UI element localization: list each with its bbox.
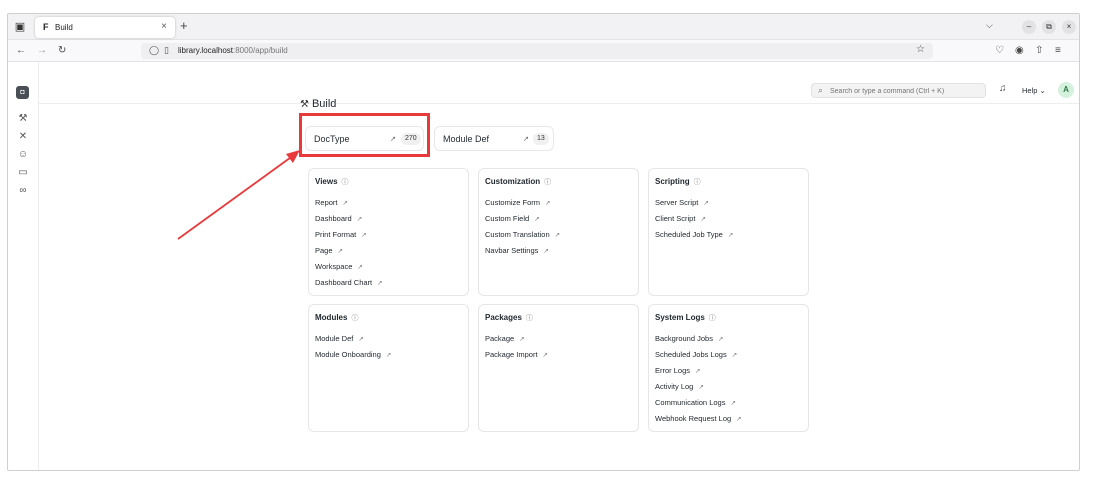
link-module-def[interactable]: Module Def ↗ (315, 334, 391, 350)
info-icon[interactable]: ⓘ (709, 315, 716, 322)
annotation-arrow (177, 150, 300, 240)
url-text[interactable]: library.localhost:8000/app/build (178, 46, 288, 55)
shield-icon: ◯ (149, 45, 160, 55)
minimize-icon[interactable]: – (1022, 20, 1036, 34)
search-icon: ⌕ (818, 85, 824, 95)
address-bar[interactable]: ◯ ▯ library.localhost:8000/app/build ☆ (141, 43, 933, 59)
link-dashboard[interactable]: Dashboard ↗ (315, 214, 383, 230)
card-title: Scripting (655, 177, 690, 186)
frappe-favicon-icon: F (43, 22, 49, 32)
awesomebar[interactable]: ⌕ (811, 83, 986, 98)
pocket-icon[interactable]: ♡ (995, 44, 1004, 58)
back-icon[interactable]: ← (16, 44, 26, 58)
browser-tab-bar: ▣ F Build × + ⌵ – ⧉ × (8, 14, 1079, 40)
link-page[interactable]: Page ↗ (315, 246, 383, 262)
card-title: Packages (485, 313, 522, 322)
close-window-icon[interactable]: × (1062, 20, 1076, 34)
avatar[interactable]: A (1058, 82, 1074, 98)
card-title: System Logs (655, 313, 705, 322)
link-activity-log[interactable]: Activity Log ↗ (655, 382, 742, 398)
users-icon[interactable]: ☺ (16, 148, 30, 162)
browser-nav-bar: ← → ↻ ◯ ▯ library.localhost:8000/app/bui… (8, 40, 1079, 62)
hammer-icon: ⚒ (300, 99, 309, 110)
info-icon[interactable]: ⓘ (526, 315, 533, 322)
link-package[interactable]: Package ↗ (485, 334, 548, 350)
link-server-script[interactable]: Server Script ↗ (655, 198, 733, 214)
browser-tab-build[interactable]: F Build × (35, 17, 175, 38)
reload-icon[interactable]: ↻ (58, 44, 66, 58)
card-packages: Packages ⓘ Package ↗ Package Import ↗ (478, 304, 639, 432)
shortcut-label: Module Def (443, 134, 490, 144)
link-customize-form[interactable]: Customize Form ↗ (485, 198, 560, 214)
link-webhook-request-log[interactable]: Webhook Request Log ↗ (655, 414, 742, 430)
info-icon[interactable]: ⓘ (342, 179, 349, 186)
tab-title: Build (55, 23, 73, 32)
page-title-wrap: ⚒ Build (300, 98, 336, 110)
count-badge: 13 (533, 133, 549, 145)
link-print-format[interactable]: Print Format ↗ (315, 230, 383, 246)
link-error-logs[interactable]: Error Logs ↗ (655, 366, 742, 382)
page-title: Build (311, 98, 337, 110)
card-views: Views ⓘ Report ↗ Dashboard ↗ Print Format ↗ … (308, 168, 469, 296)
card-title: Customization (485, 177, 541, 186)
account-icon[interactable]: ◉ (1015, 44, 1024, 58)
link-custom-field[interactable]: Custom Field ↗ (485, 214, 560, 230)
help-dropdown[interactable]: Help ⌄ (1022, 86, 1046, 95)
hammer-icon[interactable]: ⚒ (16, 112, 30, 126)
link-workspace[interactable]: Workspace ↗ (315, 262, 383, 278)
card-title: Modules (315, 313, 348, 322)
link-package-import[interactable]: Package Import ↗ (485, 350, 548, 366)
bookmark-star-icon[interactable]: ☆ (916, 44, 925, 55)
menu-icon[interactable]: ≡ (1055, 44, 1061, 58)
card-modules: Modules ⓘ Module Def ↗ Module Onboarding ↗ (308, 304, 469, 432)
integrations-icon[interactable]: ∞ (16, 184, 30, 198)
tools-icon[interactable]: ✕ (16, 130, 30, 144)
annotation-highlight-box (299, 113, 430, 157)
app-sidebar: ◘ ⚒ ✕ ☺ ▭ ∞ (8, 62, 39, 470)
page-icon: ▯ (164, 45, 169, 55)
new-tab-icon[interactable]: + (180, 18, 188, 33)
card-title: Views (315, 177, 338, 186)
tab-list-icon[interactable]: ▣ (13, 20, 27, 34)
app-logo-icon[interactable]: ◘ (16, 86, 29, 99)
card-scripting: Scripting ⓘ Server Script ↗ Client Script ↗… (648, 168, 809, 296)
close-tab-icon[interactable]: × (161, 21, 167, 32)
link-navbar-settings[interactable]: Navbar Settings ↗ (485, 246, 560, 262)
link-scheduled-jobs-logs[interactable]: Scheduled Jobs Logs ↗ (655, 350, 742, 366)
search-input[interactable] (830, 85, 980, 97)
link-client-script[interactable]: Client Script ↗ (655, 214, 733, 230)
notification-bell-icon[interactable]: ♫ (999, 83, 1007, 94)
restore-icon[interactable]: ⧉ (1042, 20, 1056, 34)
extensions-icon[interactable]: ⇧ (1035, 44, 1043, 58)
window-icon[interactable]: ▭ (16, 166, 30, 180)
arrow-up-right-icon: ↗ (523, 136, 529, 143)
info-icon[interactable]: ⓘ (544, 179, 551, 186)
card-customization: Customization ⓘ Customize Form ↗ Custom Fi… (478, 168, 639, 296)
link-background-jobs[interactable]: Background Jobs ↗ (655, 334, 742, 350)
link-dashboard-chart[interactable]: Dashboard Chart ↗ (315, 278, 383, 294)
info-icon[interactable]: ⓘ (694, 179, 701, 186)
info-icon[interactable]: ⓘ (351, 315, 358, 322)
card-system-logs: System Logs ⓘ Background Jobs ↗ Scheduled … (648, 304, 809, 432)
link-report[interactable]: Report ↗ (315, 198, 383, 214)
app-header: ⌕ ♫ Help ⌄ A (39, 62, 1079, 104)
forward-icon[interactable]: → (37, 44, 47, 58)
link-custom-translation[interactable]: Custom Translation ↗ (485, 230, 560, 246)
link-communication-logs[interactable]: Communication Logs ↗ (655, 398, 742, 414)
chevron-down-icon[interactable]: ⌵ (986, 20, 993, 31)
shortcut-module-def[interactable]: Module Def ↗ 13 (434, 126, 554, 151)
link-module-onboarding[interactable]: Module Onboarding ↗ (315, 350, 391, 366)
link-scheduled-job-type[interactable]: Scheduled Job Type ↗ (655, 230, 733, 246)
